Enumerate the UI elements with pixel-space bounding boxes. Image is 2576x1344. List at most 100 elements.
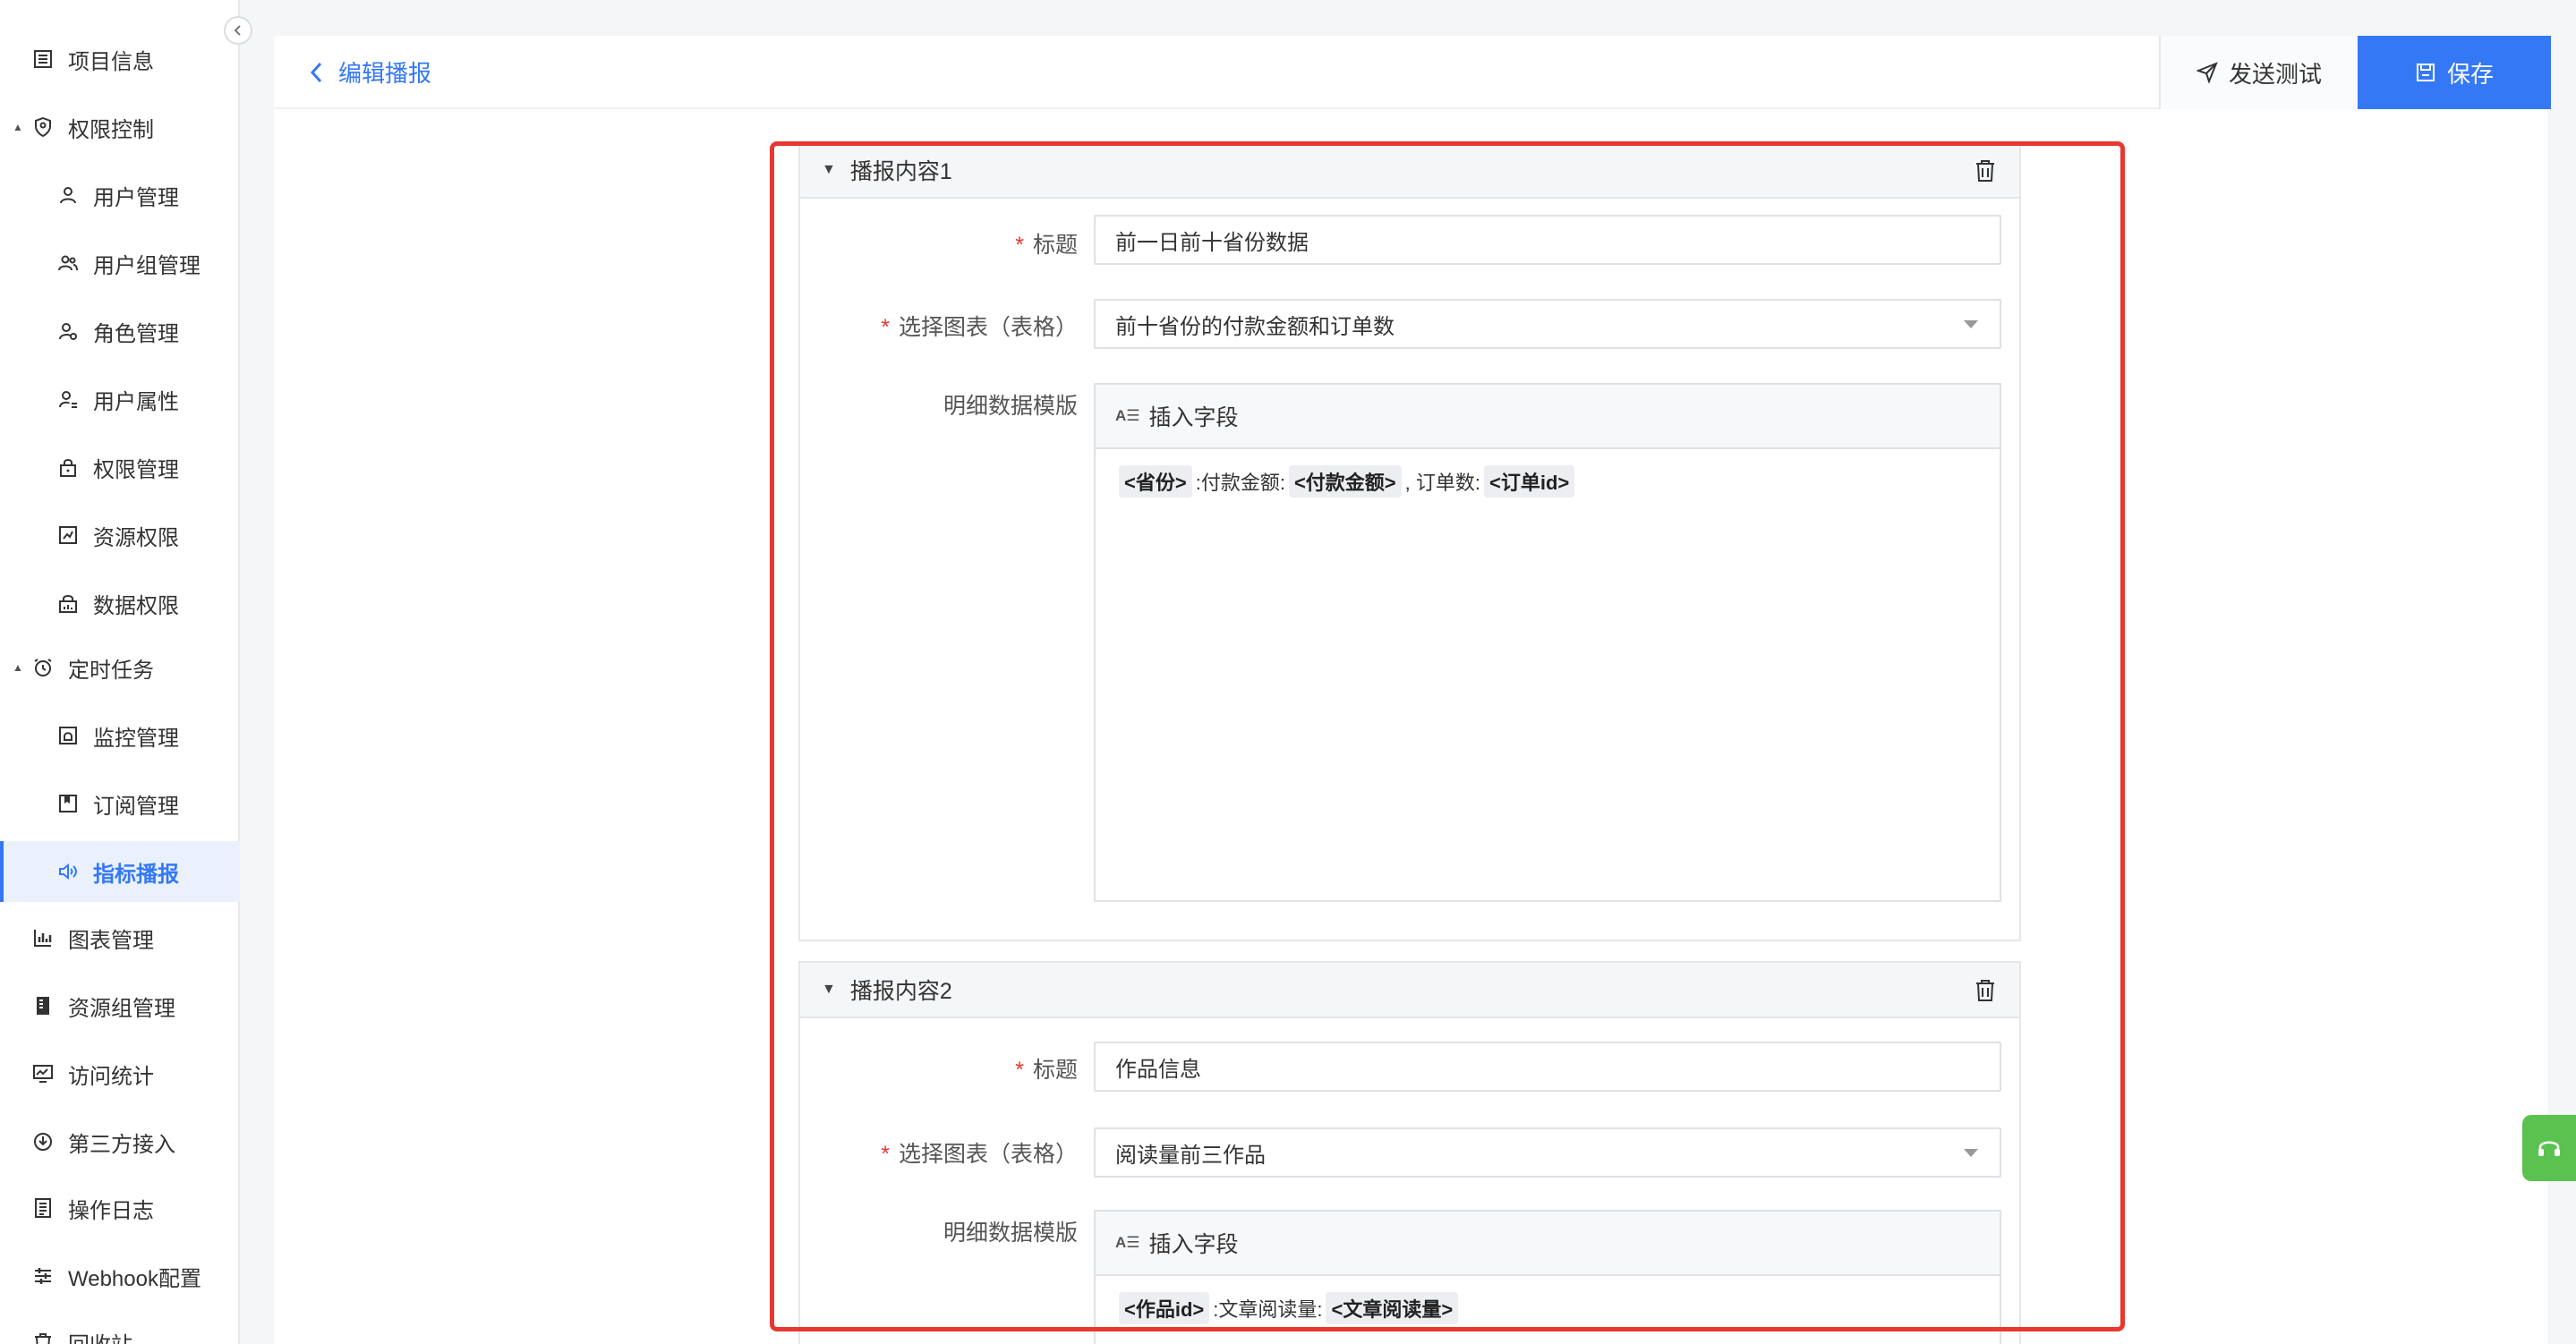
users-icon — [55, 251, 81, 276]
collapse-triangle-icon[interactable]: ▼ — [822, 162, 836, 178]
template-row: 明细数据模版 A☰ 插入字段 <省份> :付款金额: <付款金额> , 订单数:… — [800, 383, 2023, 902]
sidebar-item-label: 资源组管理 — [68, 996, 175, 1021]
sidebar-item-user-group-management[interactable]: 用户组管理 — [0, 233, 240, 293]
user-attribute-icon — [55, 387, 81, 412]
title-input[interactable]: 前一日前十省份数据 — [1094, 215, 2001, 265]
field-tag[interactable]: <订单id> — [1483, 465, 1575, 498]
broadcast-card-1: ▼ 播报内容1 * 标题 前一日前十省份数据 * 选择图表（表格） 前十省份的付款金… — [798, 141, 2021, 941]
chart-select[interactable]: 阅读量前三作品 — [1094, 1127, 2001, 1178]
sidebar-item-label: Webhook配置 — [68, 1266, 201, 1291]
sidebar-item-label: 角色管理 — [93, 321, 179, 346]
speaker-icon — [55, 859, 81, 884]
sidebar-item-resource-permissions[interactable]: 资源权限 — [0, 505, 240, 566]
caret-down-icon: ▲ — [13, 121, 23, 133]
sidebar-collapse-button[interactable] — [224, 16, 252, 45]
title-input[interactable]: 作品信息 — [1094, 1042, 2001, 1092]
customer-support-button[interactable] — [2522, 1115, 2576, 1181]
sidebar-item-label: 项目信息 — [68, 49, 154, 74]
card-header[interactable]: ▼ 播报内容1 — [800, 143, 2019, 199]
field-tag[interactable]: <文章阅读量> — [1326, 1292, 1459, 1324]
chart-select-row: * 选择图表（表格） 前十省份的付款金额和订单数 — [800, 299, 2023, 349]
sidebar-item-label: 权限管理 — [93, 457, 179, 482]
sidebar-item-metric-broadcast[interactable]: 指标播报 — [0, 841, 240, 902]
field-tag[interactable]: <省份> — [1119, 465, 1192, 498]
sidebar-item-monitor-management[interactable]: 监控管理 — [0, 705, 240, 766]
bookmark-icon — [55, 791, 81, 816]
back-link[interactable]: 编辑播报 — [310, 55, 431, 89]
chart-select-label: * 选择图表（表格） — [881, 1142, 1078, 1167]
collapse-triangle-icon[interactable]: ▼ — [822, 982, 836, 998]
send-icon — [2196, 62, 2218, 83]
sidebar-item-user-attributes[interactable]: 用户属性 — [0, 369, 240, 430]
field-tag[interactable]: <付款金额> — [1288, 465, 1402, 498]
caret-down-icon: ▲ — [13, 661, 23, 674]
sidebar-item-operation-log[interactable]: 操作日志 — [0, 1178, 240, 1238]
sidebar-item-project-info[interactable]: 项目信息 — [0, 29, 240, 89]
sidebar-item-chart-management[interactable]: 图表管理 — [0, 907, 240, 968]
sidebar-item-permission-control[interactable]: ▲ 权限控制 — [0, 97, 240, 157]
list-icon — [30, 47, 55, 72]
card-title: 播报内容2 — [849, 979, 952, 1004]
sidebar-item-webhook-config[interactable]: Webhook配置 — [0, 1246, 240, 1306]
sidebar-item-label: 权限控制 — [68, 117, 154, 142]
title-field-label: * 标题 — [1015, 233, 1078, 258]
sidebar-item-label: 指标播报 — [93, 862, 179, 887]
header-bar: 编辑播报 发送测试 保存 — [274, 36, 2551, 109]
template-content[interactable]: <作品id> :文章阅读量: <文章阅读量> — [1096, 1276, 2000, 1340]
sidebar-item-user-management[interactable]: 用户管理 — [0, 165, 240, 225]
sidebar-item-label: 订阅管理 — [93, 794, 179, 819]
delete-icon[interactable] — [1975, 159, 1996, 189]
card-header[interactable]: ▼ 播报内容2 — [800, 963, 2019, 1018]
sidebar-item-subscription-management[interactable]: 订阅管理 — [0, 773, 240, 834]
sidebar-item-label: 用户管理 — [93, 185, 179, 210]
sidebar-item-label: 访问统计 — [68, 1064, 154, 1089]
sidebar-item-third-party-access[interactable]: 第三方接入 — [0, 1111, 240, 1172]
dropdown-arrow-icon — [1964, 1149, 1978, 1157]
user-icon — [55, 183, 81, 208]
sidebar-item-label: 操作日志 — [68, 1198, 154, 1223]
template-editor[interactable]: A☰ 插入字段 <省份> :付款金额: <付款金额> , 订单数: <订单id> — [1094, 383, 2001, 902]
sidebar-item-access-statistics[interactable]: 访问统计 — [0, 1043, 240, 1104]
chart-select-row: * 选择图表（表格） 阅读量前三作品 — [800, 1127, 2023, 1178]
chart-select[interactable]: 前十省份的付款金额和订单数 — [1094, 299, 2001, 349]
insert-field-button[interactable]: A☰ 插入字段 — [1096, 385, 2000, 449]
headset-icon — [2538, 1141, 2560, 1156]
insert-field-button[interactable]: A☰ 插入字段 — [1096, 1212, 2000, 1276]
template-content[interactable]: <省份> :付款金额: <付款金额> , 订单数: <订单id> — [1096, 449, 2000, 514]
send-test-label: 发送测试 — [2228, 60, 2322, 88]
sidebar-item-label: 用户属性 — [93, 389, 179, 414]
page-title: 编辑播报 — [338, 60, 432, 87]
chevron-left-icon — [234, 25, 241, 36]
download-circle-icon — [30, 1129, 55, 1154]
template-label: 明细数据模版 — [943, 394, 1078, 419]
sidebar-item-recycle-bin[interactable]: 回收站 — [0, 1312, 240, 1344]
sliders-icon — [30, 1263, 55, 1289]
delete-icon[interactable] — [1975, 979, 1996, 1008]
sidebar-item-scheduled-tasks[interactable]: ▲ 定时任务 — [0, 637, 240, 698]
sidebar-item-data-permissions[interactable]: 数据权限 — [0, 573, 240, 634]
monitor-chart-icon — [30, 1061, 55, 1086]
title-row: * 标题 前一日前十省份数据 — [800, 215, 2023, 265]
sidebar-item-label: 资源权限 — [93, 525, 179, 550]
chart-select-label: * 选择图表（表格） — [881, 315, 1078, 340]
sidebar: 项目信息 ▲ 权限控制 用户管理 用户组管理 角色管理 用户属性 权限管理 资源… — [0, 0, 252, 1344]
sidebar-item-label: 回收站 — [68, 1327, 132, 1344]
sidebar-item-label: 数据权限 — [93, 593, 179, 618]
dropdown-arrow-icon — [1964, 320, 1978, 328]
data-lock-icon — [55, 591, 81, 616]
sidebar-item-role-management[interactable]: 角色管理 — [0, 301, 240, 362]
template-editor[interactable]: A☰ 插入字段 <作品id> :文章阅读量: <文章阅读量> — [1094, 1210, 2001, 1344]
send-test-button[interactable]: 发送测试 — [2159, 36, 2358, 109]
alarm-clock-icon — [30, 655, 55, 680]
sidebar-item-permission-management[interactable]: 权限管理 — [0, 437, 240, 498]
bar-chart-icon — [30, 925, 55, 950]
save-button[interactable]: 保存 — [2358, 36, 2551, 109]
sidebar-item-resource-group-management[interactable]: 资源组管理 — [0, 975, 240, 1036]
document-list-icon — [30, 1195, 55, 1221]
text-field-icon: A☰ — [1115, 1234, 1140, 1251]
field-tag[interactable]: <作品id> — [1119, 1292, 1210, 1324]
sidebar-item-label: 图表管理 — [68, 928, 154, 953]
save-icon — [2416, 64, 2435, 81]
text-field-icon: A☰ — [1115, 407, 1140, 424]
title-field-label: * 标题 — [1015, 1058, 1078, 1083]
